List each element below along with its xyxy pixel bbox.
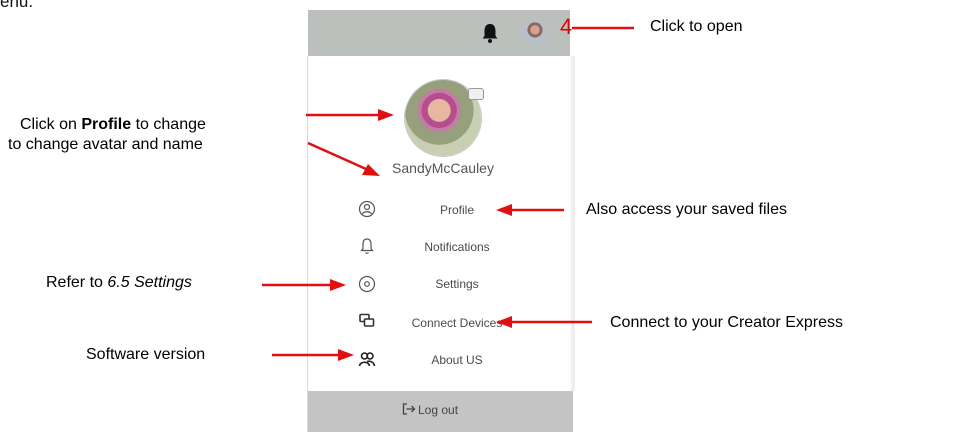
connect-devices-icon[interactable] [358,312,376,330]
annotation-arrow-username [307,141,380,176]
users-icon[interactable] [358,350,376,368]
annotation-profile-line2: to change avatar and name [8,136,203,153]
annotation-settings-ref: 6.5 Settings [107,274,192,291]
bell-icon[interactable] [480,22,500,44]
user-circle-icon[interactable] [358,200,376,218]
annotation-line-open [572,26,634,30]
annotation-settings-prefix: Refer to [46,274,103,291]
annotation-profile-bold: Profile [81,116,132,133]
camera-icon[interactable] [468,88,484,100]
annotation-settings: Refer to 6.5 Settings [46,274,192,292]
annotation-arrow-about [272,349,354,361]
settings-circle-icon[interactable] [358,275,376,293]
menu-item-settings[interactable]: Settings [377,277,537,291]
menu-item-about-us[interactable]: About US [377,353,537,367]
bell-outline-icon[interactable] [358,237,376,255]
annotation-saved-files: Also access your saved files [586,201,787,218]
annotation-arrow-connect [496,316,592,328]
annotation-profile-prefix: Click on [20,116,77,133]
annotation-arrow-avatar [306,109,394,121]
annotation-connect: Connect to your Creator Express [610,314,843,331]
annotation-software-version: Software version [86,346,206,363]
menu-item-notifications[interactable]: Notifications [377,240,537,254]
caption-fragment: enu. [0,0,34,11]
annotation-profile-suffix: to change [135,116,206,133]
menu-scroll-edge [571,56,575,391]
avatar-button[interactable] [522,20,548,46]
step-number: 4 [560,14,573,39]
annotation-click-to-open: Click to open [650,18,743,35]
annotation-profile-line1: Click on Profile to change [20,116,206,134]
annotation-arrow-profile [496,204,564,216]
logout-label[interactable]: Log out [418,403,458,417]
logout-icon[interactable] [402,402,416,416]
annotation-arrow-settings [262,279,346,291]
